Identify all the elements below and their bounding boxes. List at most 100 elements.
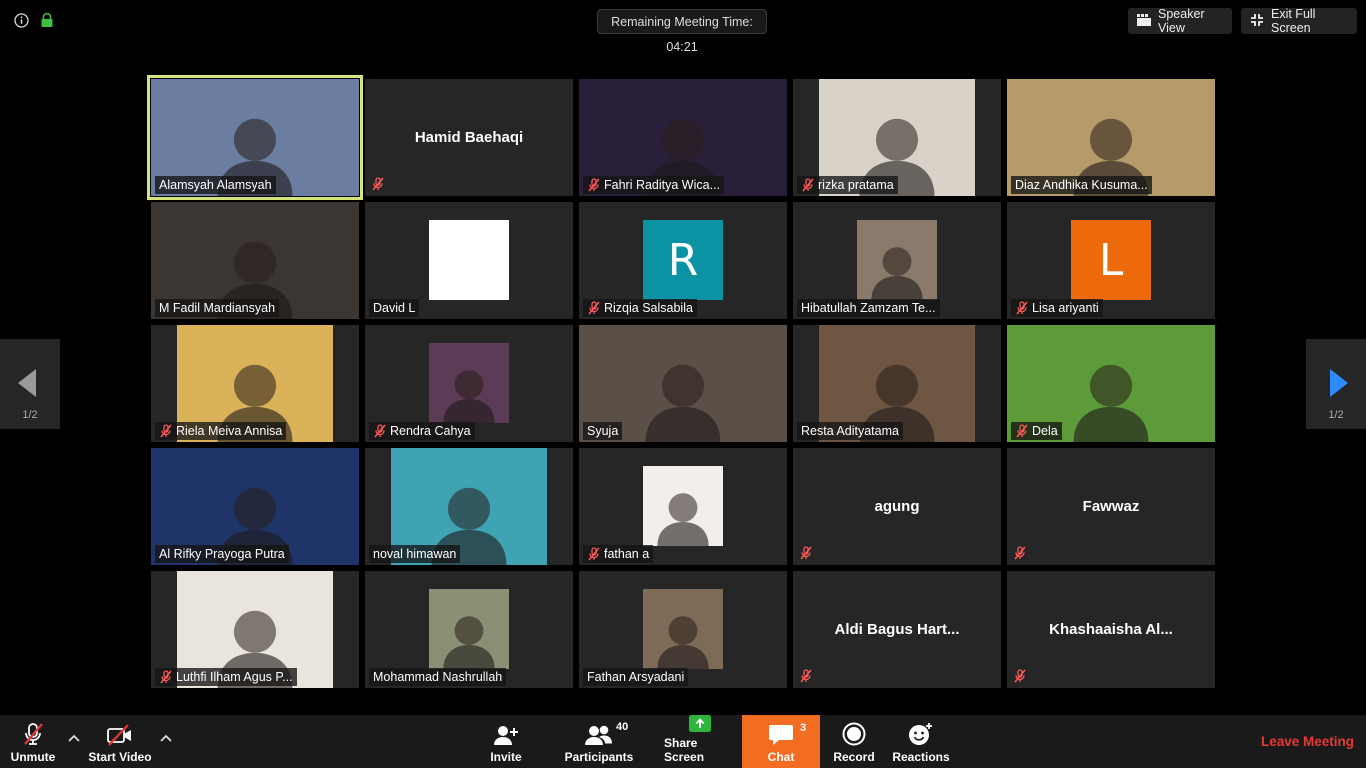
participant-name: Al Rifky Prayoga Putra [159,547,285,561]
leave-meeting-button[interactable]: Leave Meeting [1261,734,1354,749]
muted-mic-icon [799,546,813,560]
participant-tile[interactable]: Khashaaisha Al... [1007,571,1215,688]
muted-mic-icon [1013,669,1027,683]
participant-tile[interactable]: Diaz Andhika Kusuma... [1007,79,1215,196]
participant-tile[interactable]: Fahri Raditya Wica... [579,79,787,196]
participant-name-large: Khashaaisha Al... [1049,621,1173,638]
muted-mic-icon [159,670,173,684]
participant-name-label: Rizqia Salsabila [583,299,697,317]
page-indicator-right: 1/2 [1328,409,1344,421]
participant-tile[interactable]: Hamid Baehaqi [365,79,573,196]
video-off-icon [107,724,131,746]
participant-tile[interactable]: agung [793,448,1001,565]
participant-tile[interactable]: L Lisa ariyanti [1007,202,1215,319]
participant-name-label: Lisa ariyanti [1011,299,1103,317]
muted-mic-icon [1015,424,1029,438]
participant-tile[interactable]: Luthfi Ilham Agus P... [151,571,359,688]
participant-tile[interactable]: Fathan Arsyadani [579,571,787,688]
participant-video [429,343,509,423]
record-icon [842,722,866,746]
remaining-meeting-time: Remaining Meeting Time: 04:21 [597,9,767,54]
chat-label: Chat [767,750,795,764]
participant-name-label: Luthfi Ilham Agus P... [155,668,297,686]
previous-page-button[interactable]: 1/2 [0,339,60,429]
exit-full-screen-button[interactable]: Exit Full Screen [1241,7,1357,35]
participant-tile[interactable]: R Rizqia Salsabila [579,202,787,319]
participant-name-large: Hamid Baehaqi [414,129,524,146]
chat-bubble-icon [769,725,793,745]
participant-name: Fahri Raditya Wica... [604,178,721,192]
participant-name-label: Fathan Arsyadani [583,668,689,686]
participant-name: Alamsyah Alamsyah [159,178,272,192]
participant-tile[interactable]: Resta Adityatama [793,325,1001,442]
share-screen-icon [688,715,712,732]
speaker-view-label: Speaker View [1158,7,1205,35]
meeting-toolbar: Unmute Start Video Invite Participants 4… [0,715,1366,768]
participant-tile[interactable]: Hibatullah Zamzam Te... [793,202,1001,319]
participant-name-label: Al Rifky Prayoga Putra [155,545,289,563]
participants-label: Participants [564,750,634,764]
top-bar: Remaining Meeting Time: 04:21 Speaker Vi… [0,0,1366,54]
record-button[interactable]: Record [830,715,878,768]
participant-name: Fathan Arsyadani [587,670,685,684]
muted-mic-icon [801,178,815,192]
participant-tile[interactable]: David L [365,202,573,319]
participant-name: Hibatullah Zamzam Te... [801,301,936,315]
muted-mic-icon [159,424,173,438]
audio-options-chevron-icon[interactable] [66,731,82,747]
participant-name: rizka pratama [818,178,894,192]
share-screen-button[interactable]: Share Screen [664,715,736,768]
start-video-button[interactable]: Start Video [86,715,154,768]
reactions-button[interactable]: Reactions [892,715,950,768]
reactions-smiley-icon [909,723,932,745]
next-page-button[interactable]: 1/2 [1306,339,1366,429]
participant-name-label: fathan a [583,545,654,563]
participant-name-large: Aldi Bagus Hart... [834,621,960,638]
chat-button[interactable]: Chat [742,715,820,768]
participant-tile[interactable]: Riela Meiva Annisa [151,325,359,442]
share-screen-label: Share Screen [664,736,705,764]
participants-count-badge: 40 [616,721,629,733]
participant-tile[interactable]: Dela [1007,325,1215,442]
participant-tile[interactable]: Aldi Bagus Hart... [793,571,1001,688]
participant-name-label: Dela [1011,422,1062,440]
participant-tile[interactable]: Al Rifky Prayoga Putra [151,448,359,565]
encryption-lock-icon[interactable] [39,12,55,28]
info-icon[interactable] [13,12,29,28]
participant-tile[interactable]: Mohammad Nashrullah [365,571,573,688]
participant-video [643,589,723,669]
record-label: Record [833,750,875,764]
speaker-view-button[interactable]: Speaker View [1128,7,1232,35]
participant-name: Dela [1032,424,1058,438]
participant-tile[interactable]: Fawwaz [1007,448,1215,565]
participant-name-label: Mohammad Nashrullah [369,668,507,686]
participant-video [857,220,937,300]
video-options-chevron-icon[interactable] [158,731,174,747]
participant-tile[interactable]: M Fadil Mardiansyah [151,202,359,319]
participant-tile[interactable]: noval himawan [365,448,573,565]
unmute-button[interactable]: Unmute [6,715,60,768]
participant-tile[interactable]: Syuja [579,325,787,442]
invite-label: Invite [490,750,522,764]
participant-name: Resta Adityatama [801,424,899,438]
participant-name-large: agung [874,498,920,515]
muted-microphone-icon [24,723,43,745]
participant-tile[interactable]: Alamsyah Alamsyah [147,75,363,200]
participant-tile[interactable]: Rendra Cahya [365,325,573,442]
participant-avatar: L [1071,220,1151,300]
participant-video [429,589,509,669]
participant-name-label: M Fadil Mardiansyah [155,299,280,317]
participant-tile[interactable]: fathan a [579,448,787,565]
participant-name: M Fadil Mardiansyah [159,301,276,315]
participant-avatar: R [643,220,723,300]
start-video-label: Start Video [88,750,152,764]
invite-button[interactable]: Invite [480,715,532,768]
participants-icon [585,725,612,745]
speaker-view-icon [1137,13,1151,29]
participant-name-large: Fawwaz [1082,498,1140,515]
muted-mic-icon [1013,546,1027,560]
chat-unread-badge: 3 [800,722,807,734]
participant-name-label: Diaz Andhika Kusuma... [1011,176,1152,194]
participant-name: Syuja [587,424,619,438]
participant-tile[interactable]: rizka pratama [793,79,1001,196]
